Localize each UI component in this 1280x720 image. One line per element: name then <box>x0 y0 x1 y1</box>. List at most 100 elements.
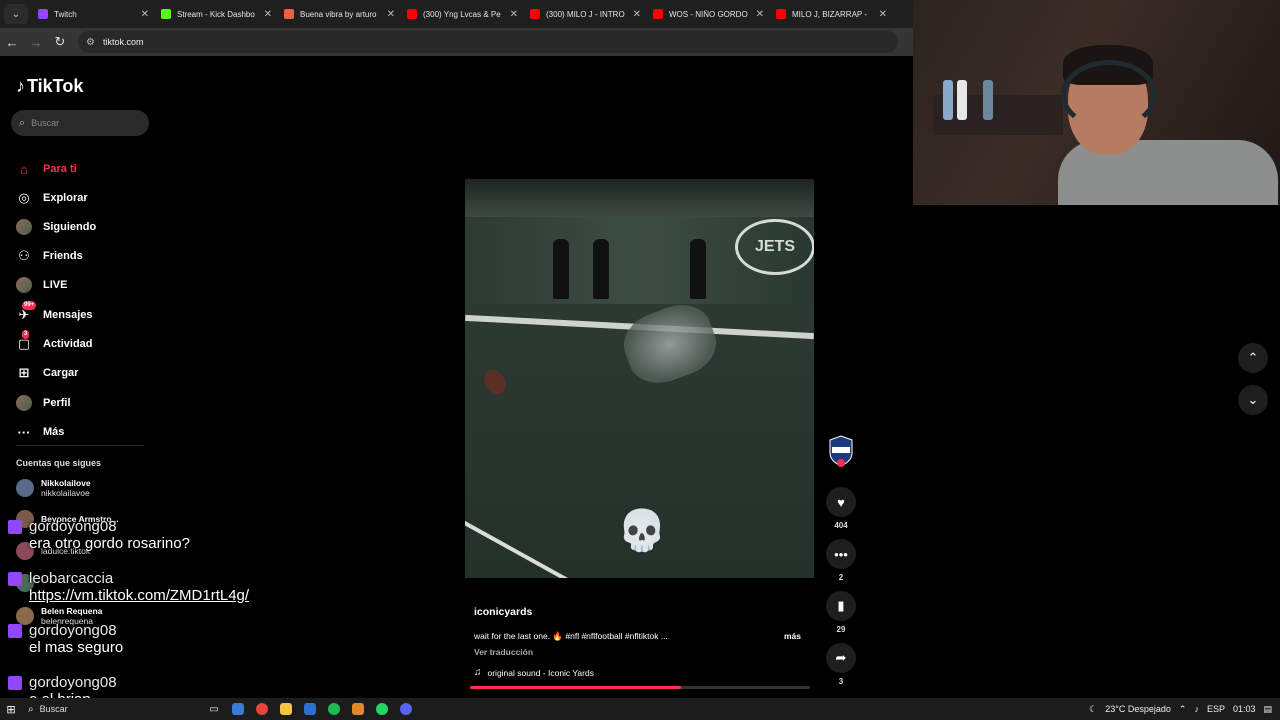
translate-link[interactable]: Ver traducción <box>474 647 533 657</box>
bookmark-icon[interactable]: ▮ <box>826 591 856 621</box>
discord-icon[interactable] <box>394 698 418 720</box>
forward-button[interactable]: → <box>24 30 48 54</box>
whatsapp-icon[interactable] <box>370 698 394 720</box>
url-field[interactable]: ⚙ tiktok.com <box>78 31 898 53</box>
video-player[interactable]: JETS 💀 <box>465 179 814 578</box>
save-action[interactable]: ▮ 29 <box>826 591 856 634</box>
nav-item-siguiendo[interactable]: Siguiendo <box>16 216 96 238</box>
chat-text[interactable]: https://vm.tiktok.com/ZMD1rtL4g/ <box>8 587 249 604</box>
comment-action[interactable]: ••• 2 <box>826 539 856 582</box>
tabs-container: Twitch ✕ Stream - Kick Dashbo ✕ Buena vibra … <box>32 0 893 28</box>
skull-emoji: 💀 <box>617 509 667 553</box>
tab-favicon-icon <box>161 9 171 19</box>
notification-icon[interactable]: ▤ <box>1263 704 1272 715</box>
search-input[interactable] <box>31 118 132 128</box>
following-avatar-icon <box>16 219 32 235</box>
save-count: 29 <box>836 625 846 634</box>
nav-item-cargar[interactable]: ⊞ Cargar <box>16 362 79 384</box>
profile-avatar-icon <box>16 395 32 411</box>
weather-text[interactable]: 23°C Despejado <box>1105 704 1171 714</box>
store-icon[interactable] <box>298 698 322 720</box>
twitch-icon <box>8 519 22 534</box>
sound-link[interactable]: ♫ original sound - Iconic Yards <box>474 667 594 678</box>
clock[interactable]: 01:03 <box>1233 704 1256 714</box>
browser-tab[interactable]: WOS - NIÑO GORDO ✕ <box>647 0 770 28</box>
taskbar-search[interactable]: ⌕ Buscar <box>22 700 202 718</box>
creator-avatar[interactable] <box>828 435 854 467</box>
close-icon[interactable]: ✕ <box>510 9 518 20</box>
following-title: Cuentas que sigues <box>16 458 102 468</box>
creator-username[interactable]: iconicyards <box>474 606 804 618</box>
photographer <box>553 239 569 299</box>
spotify-icon[interactable] <box>322 698 346 720</box>
search-box[interactable]: ⌕ <box>11 110 149 136</box>
nav-item-explorar[interactable]: ◎ Explorar <box>16 187 87 209</box>
music-note-icon: ♫ <box>474 667 482 678</box>
upload-icon: ⊞ <box>18 365 30 380</box>
notification-badge: 3 <box>22 330 30 339</box>
share-count: 3 <box>838 677 844 686</box>
nav-item-perfil[interactable]: Perfil <box>16 392 71 414</box>
nav-label: Cargar <box>43 367 79 379</box>
browser-tab[interactable]: MILO J, BIZARRAP - ✕ <box>770 0 893 28</box>
back-button[interactable]: ← <box>0 30 24 54</box>
download-icon[interactable] <box>346 698 370 720</box>
close-icon[interactable]: ✕ <box>879 9 887 20</box>
comment-icon[interactable]: ••• <box>826 539 856 569</box>
live-avatar-icon <box>16 277 32 293</box>
previous-video-button[interactable]: ⌃ <box>1238 343 1268 373</box>
windows-start-button[interactable]: ⊞ <box>0 703 22 716</box>
tab-search-button[interactable]: ⌄ <box>4 4 28 24</box>
chrome-icon[interactable] <box>250 698 274 720</box>
nav-label: Mensajes <box>43 309 93 321</box>
more-icon: ··· <box>17 424 31 440</box>
taskview-icon[interactable]: ▭ <box>202 698 226 720</box>
browser-tab[interactable]: (300) MILO J - INTRO ✕ <box>524 0 647 28</box>
tab-favicon-icon <box>38 9 48 19</box>
browser-tab[interactable]: Buena vibra by arturo ✕ <box>278 0 401 28</box>
nav-item-mensajes[interactable]: ✈ 99+ Mensajes <box>16 301 93 326</box>
nav-label: LIVE <box>43 279 68 291</box>
close-icon[interactable]: ✕ <box>633 9 641 20</box>
site-info-icon[interactable]: ⚙ <box>86 37 95 48</box>
close-icon[interactable]: ✕ <box>387 9 395 20</box>
nav-item-friends[interactable]: ⚇ Friends <box>16 245 83 267</box>
share-action[interactable]: ➦ 3 <box>826 643 856 686</box>
tiktok-logo[interactable]: ♪ TikTok <box>16 76 83 97</box>
heart-icon[interactable]: ♥ <box>826 487 856 517</box>
chat-user: gordoyong08 <box>8 622 123 639</box>
browser-tab[interactable]: Stream - Kick Dashbo ✕ <box>155 0 278 28</box>
activity-icon: ▢ 3 <box>17 330 31 351</box>
twitch-icon <box>8 675 22 690</box>
nav-item-más[interactable]: ··· Más <box>16 421 65 443</box>
file-explorer-icon[interactable] <box>274 698 298 720</box>
action-column: ♥ 404 ••• 2 ▮ 29 ➦ 3 <box>823 435 859 695</box>
tab-favicon-icon <box>407 9 417 19</box>
volume-icon[interactable]: ♪ <box>1194 704 1199 714</box>
browser-tab[interactable]: (300) Yng Lvcas & Pe ✕ <box>401 0 524 28</box>
close-icon[interactable]: ✕ <box>264 9 272 20</box>
copilot-icon[interactable] <box>226 698 250 720</box>
share-icon[interactable]: ➦ <box>826 643 856 673</box>
like-count: 404 <box>834 521 848 530</box>
chat-user: gordoyong08 <box>8 674 117 691</box>
nav-item-actividad[interactable]: ▢ 3 Actividad <box>16 330 93 355</box>
close-icon[interactable]: ✕ <box>756 9 764 20</box>
close-icon[interactable]: ✕ <box>141 9 149 20</box>
lang-indicator[interactable]: ESP <box>1207 704 1225 714</box>
tab-title: Buena vibra by arturo <box>300 9 377 19</box>
twitch-icon <box>8 571 22 586</box>
like-action[interactable]: ♥ 404 <box>826 487 856 530</box>
reload-button[interactable]: ↻ <box>48 30 72 54</box>
chat-username: gordoyong08 <box>29 518 117 535</box>
nav-item-para-ti[interactable]: ⌂ Para ti <box>16 158 77 180</box>
browser-tab[interactable]: Twitch ✕ <box>32 0 155 28</box>
video-progress-bar[interactable] <box>470 686 810 689</box>
account-name: Nikkolailove <box>41 478 91 488</box>
next-video-button[interactable]: ⌄ <box>1238 385 1268 415</box>
following-account[interactable]: Nikkolailove nikkolailavoe <box>16 478 91 498</box>
tray-chevron-icon[interactable]: ⌃ <box>1179 704 1187 715</box>
more-link[interactable]: más <box>784 631 801 641</box>
chat-username: gordoyong08 <box>29 674 117 691</box>
nav-item-live[interactable]: LIVE <box>16 274 67 296</box>
